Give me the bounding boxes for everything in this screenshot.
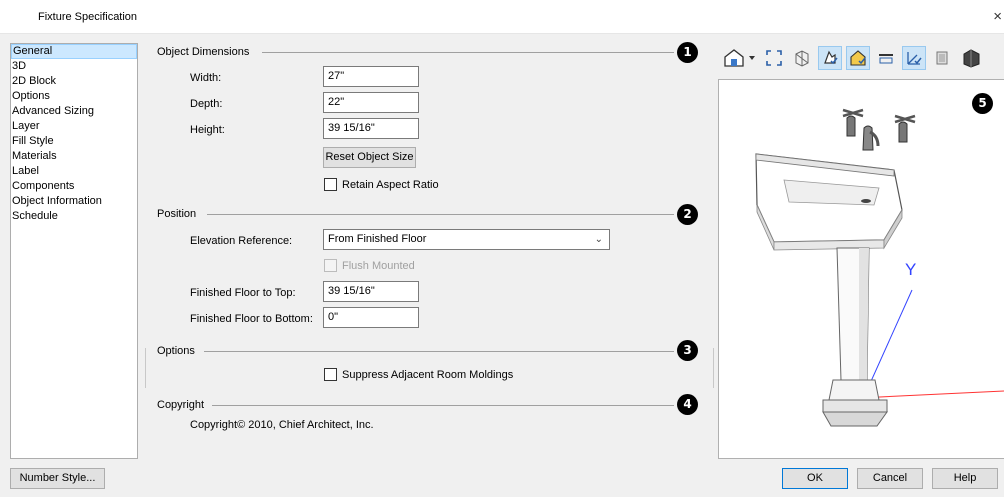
category-item[interactable]: Object Information [11,194,137,209]
help-button[interactable]: Help [932,468,998,489]
section-divider [204,351,674,352]
close-icon[interactable]: × [993,8,1002,25]
callout-badge-1: 1 [677,42,698,63]
splitter-grip-right[interactable] [713,348,714,388]
options-heading: Options [157,345,195,357]
3d-preview[interactable]: 5 Y [718,79,1004,459]
category-list[interactable]: General 3D 2D Block Options Advanced Sizing L… [10,43,138,459]
fit-view-icon[interactable] [762,46,786,70]
finished-floor-to-bottom-field[interactable]: 0" [323,307,419,328]
flush-mounted-label: Flush Mounted [342,260,415,272]
callout-badge-4: 4 [677,394,698,415]
retain-aspect-ratio-checkbox[interactable] [324,178,337,191]
category-item[interactable]: 2D Block [11,74,137,89]
show-axes-icon[interactable] [902,46,926,70]
category-item[interactable]: Components [11,179,137,194]
width-label: Width: [190,72,222,84]
category-item[interactable]: Label [11,164,137,179]
category-item[interactable]: Schedule [11,209,137,224]
number-style-button[interactable]: Number Style... [10,468,105,489]
suppress-adjacent-room-moldings-checkbox[interactable] [324,368,337,381]
depth-field[interactable]: 22" [323,92,419,113]
section-divider [207,214,674,215]
category-item[interactable]: Materials [11,149,137,164]
suppress-adjacent-room-moldings-label: Suppress Adjacent Room Moldings [342,369,514,381]
camera-icon[interactable] [818,46,842,70]
section-divider [262,52,674,53]
copyright-heading: Copyright [157,399,205,411]
category-item[interactable]: General [11,44,137,59]
retain-aspect-ratio-label: Retain Aspect Ratio [342,179,439,191]
finished-floor-to-top-label: Finished Floor to Top: [190,287,296,299]
depth-label: Depth: [190,98,223,110]
section-divider [212,405,674,406]
cancel-button[interactable]: Cancel [857,468,923,489]
pedestal-sink-model [755,108,1004,427]
chevron-down-icon: ⌄ [594,234,603,245]
position-heading: Position [157,208,197,220]
elevation-reference-label: Elevation Reference: [190,235,293,247]
y-axis-label: Y [905,260,917,279]
category-item[interactable]: Advanced Sizing [11,104,137,119]
category-item[interactable]: Layer [11,119,137,134]
show-patterns-icon[interactable] [874,46,898,70]
callout-badge-5: 5 [972,93,993,114]
preview-toolbar [718,43,1004,73]
category-item[interactable]: Fill Style [11,134,137,149]
category-item[interactable]: Options [11,89,137,104]
render-mode-icon[interactable] [958,46,986,70]
wireframe-icon[interactable] [790,46,814,70]
width-field[interactable]: 27" [323,66,419,87]
flush-mounted-checkbox[interactable] [324,259,337,272]
title-bar: Fixture Specification × [0,0,1004,34]
show-color-icon[interactable] [846,46,870,70]
height-label: Height: [190,124,225,136]
callout-badge-3: 3 [677,340,698,361]
view-type-icon[interactable] [722,46,758,70]
window-title: Fixture Specification [38,11,138,23]
copyright-text: Copyright© 2010, Chief Architect, Inc. [190,419,374,431]
finished-floor-to-bottom-label: Finished Floor to Bottom: [190,313,313,325]
reset-object-size-button[interactable]: Reset Object Size [323,147,416,168]
show-materials-icon[interactable] [930,46,954,70]
category-item[interactable]: 3D [11,59,137,74]
splitter-grip-left[interactable] [145,348,146,388]
object-dimensions-heading: Object Dimensions [157,46,250,58]
elevation-reference-select[interactable]: From Finished Floor ⌄ [323,229,610,250]
finished-floor-to-top-field[interactable]: 39 15/16" [323,281,419,302]
height-field[interactable]: 39 15/16" [323,118,419,139]
callout-badge-2: 2 [677,204,698,225]
ok-button[interactable]: OK [782,468,848,489]
elevation-reference-value: From Finished Floor [328,233,427,245]
